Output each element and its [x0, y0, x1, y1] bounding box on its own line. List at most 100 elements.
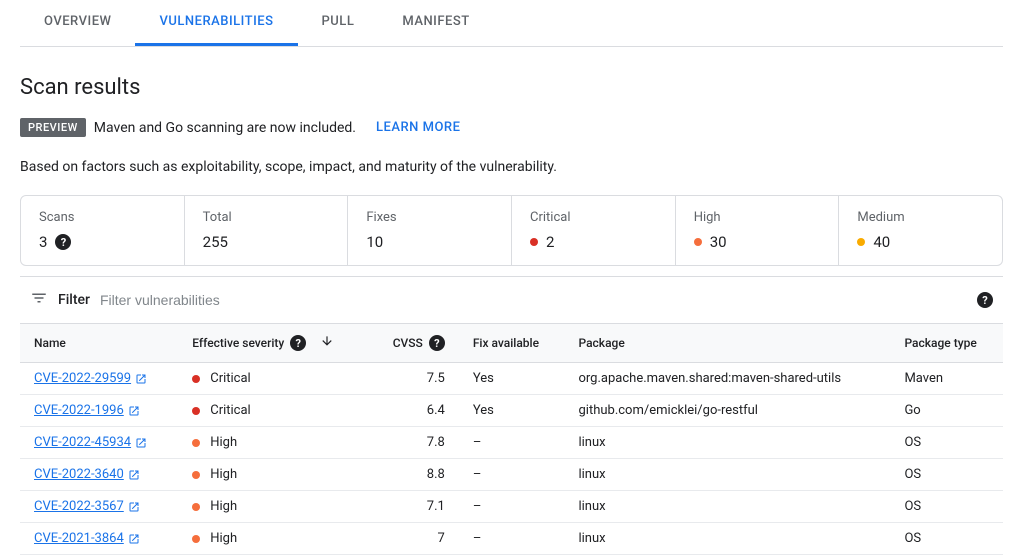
- table-row: CVE-2022-29599 Critical 7.5Yesorg.apache.…: [20, 363, 1003, 395]
- cve-link[interactable]: CVE-2022-3640: [34, 467, 140, 482]
- cvss-value: 6.4: [369, 395, 459, 427]
- help-icon[interactable]: ?: [290, 335, 306, 351]
- tab-vulnerabilities[interactable]: VULNERABILITIES: [135, 0, 297, 46]
- package-type-value: OS: [890, 523, 1003, 555]
- package-value: org.apache.maven.shared:maven-shared-uti…: [564, 363, 890, 395]
- cvss-value: 7.1: [369, 491, 459, 523]
- filter-bar: Filter ?: [20, 277, 1003, 323]
- cve-link[interactable]: CVE-2021-3864: [34, 531, 140, 546]
- stat-label: Medium: [857, 210, 984, 225]
- severity-cell: High: [192, 531, 355, 546]
- package-type-value: Go: [890, 395, 1003, 427]
- stat-fixes: Fixes 10: [348, 196, 512, 265]
- sort-descending-icon[interactable]: [320, 334, 334, 352]
- severity-dot-icon: [192, 535, 200, 543]
- severity-cell: High: [192, 467, 355, 482]
- stat-label: Scans: [39, 210, 166, 225]
- cvss-value: 7.5: [369, 363, 459, 395]
- description-text: Based on factors such as exploitability,…: [20, 159, 1003, 175]
- package-value: linux: [564, 491, 890, 523]
- severity-dot-icon: [192, 375, 200, 383]
- package-type-value: OS: [890, 459, 1003, 491]
- stat-critical: Critical 2: [512, 196, 676, 265]
- cvss-value: 7: [369, 523, 459, 555]
- tab-manifest[interactable]: MANIFEST: [378, 0, 493, 46]
- cvss-value: 8.8: [369, 459, 459, 491]
- cve-link[interactable]: CVE-2022-29599: [34, 371, 147, 386]
- fix-value: –: [459, 523, 565, 555]
- filter-input[interactable]: [100, 292, 967, 308]
- learn-more-link[interactable]: LEARN MORE: [376, 120, 460, 135]
- package-type-value: OS: [890, 491, 1003, 523]
- col-package[interactable]: Package: [564, 324, 890, 363]
- cvss-value: 7.8: [369, 427, 459, 459]
- preview-badge: PREVIEW: [20, 118, 86, 137]
- cve-link[interactable]: CVE-2022-45934: [34, 435, 147, 450]
- severity-dot-high-icon: [694, 238, 702, 246]
- stats-card: Scans 3 ? Total 255 Fixes 10 Critical 2 …: [20, 195, 1003, 266]
- tab-bar: OVERVIEW VULNERABILITIES PULL MANIFEST: [20, 0, 1003, 47]
- filter-label: Filter: [58, 292, 90, 308]
- stat-scans: Scans 3 ?: [21, 196, 185, 265]
- cve-link[interactable]: CVE-2022-3567: [34, 499, 140, 514]
- stat-label: Total: [203, 210, 330, 225]
- cve-link[interactable]: CVE-2022-1996: [34, 403, 140, 418]
- stat-value: 10: [366, 233, 383, 251]
- severity-dot-icon: [192, 471, 200, 479]
- stat-value: 3: [39, 233, 47, 251]
- table-row: CVE-2022-3567 High 7.1–linuxOS: [20, 491, 1003, 523]
- page-title: Scan results: [20, 75, 1003, 100]
- package-type-value: OS: [890, 427, 1003, 459]
- stat-label: High: [694, 210, 821, 225]
- severity-text: High: [210, 531, 237, 546]
- severity-dot-icon: [192, 407, 200, 415]
- severity-text: Critical: [210, 371, 250, 386]
- package-type-value: Maven: [890, 363, 1003, 395]
- severity-dot-icon: [192, 503, 200, 511]
- help-icon[interactable]: ?: [429, 335, 445, 351]
- col-severity[interactable]: Effective severity ?: [178, 324, 369, 363]
- stat-high: High 30: [676, 196, 840, 265]
- preview-text: Maven and Go scanning are now included.: [94, 120, 356, 136]
- col-fix[interactable]: Fix available: [459, 324, 565, 363]
- fix-value: –: [459, 427, 565, 459]
- package-value: github.com/emicklei/go-restful: [564, 395, 890, 427]
- severity-dot-icon: [192, 439, 200, 447]
- col-cvss[interactable]: CVSS ?: [369, 324, 459, 363]
- col-name[interactable]: Name: [20, 324, 178, 363]
- help-icon[interactable]: ?: [55, 234, 71, 250]
- severity-cell: Critical: [192, 403, 355, 418]
- package-value: linux: [564, 427, 890, 459]
- stat-label: Critical: [530, 210, 657, 225]
- severity-dot-medium-icon: [857, 238, 865, 246]
- severity-text: High: [210, 435, 237, 450]
- fix-value: Yes: [459, 363, 565, 395]
- filter-icon[interactable]: [30, 289, 48, 311]
- col-cvss-label: CVSS: [393, 336, 423, 350]
- stat-value: 30: [710, 233, 727, 251]
- severity-cell: Critical: [192, 371, 355, 386]
- tab-overview[interactable]: OVERVIEW: [20, 0, 135, 46]
- vulnerabilities-table: Name Effective severity ? CVSS ? Fix ava…: [20, 323, 1003, 555]
- severity-dot-critical-icon: [530, 238, 538, 246]
- severity-text: High: [210, 499, 237, 514]
- table-row: CVE-2022-1996 Critical 6.4Yesgithub.com/e…: [20, 395, 1003, 427]
- severity-cell: High: [192, 499, 355, 514]
- preview-banner: PREVIEW Maven and Go scanning are now in…: [20, 118, 1003, 137]
- col-package-type[interactable]: Package type: [890, 324, 1003, 363]
- tab-pull[interactable]: PULL: [298, 0, 379, 46]
- stat-value: 255: [203, 233, 228, 251]
- severity-text: Critical: [210, 403, 250, 418]
- stat-total: Total 255: [185, 196, 349, 265]
- stat-value: 2: [546, 233, 554, 251]
- stat-value: 40: [873, 233, 890, 251]
- stat-medium: Medium 40: [839, 196, 1002, 265]
- fix-value: Yes: [459, 395, 565, 427]
- table-row: CVE-2021-3864 High 7–linuxOS: [20, 523, 1003, 555]
- package-value: linux: [564, 523, 890, 555]
- severity-text: High: [210, 467, 237, 482]
- fix-value: –: [459, 491, 565, 523]
- severity-cell: High: [192, 435, 355, 450]
- help-icon[interactable]: ?: [977, 292, 993, 308]
- table-row: CVE-2022-3640 High8.8–linuxOS: [20, 459, 1003, 491]
